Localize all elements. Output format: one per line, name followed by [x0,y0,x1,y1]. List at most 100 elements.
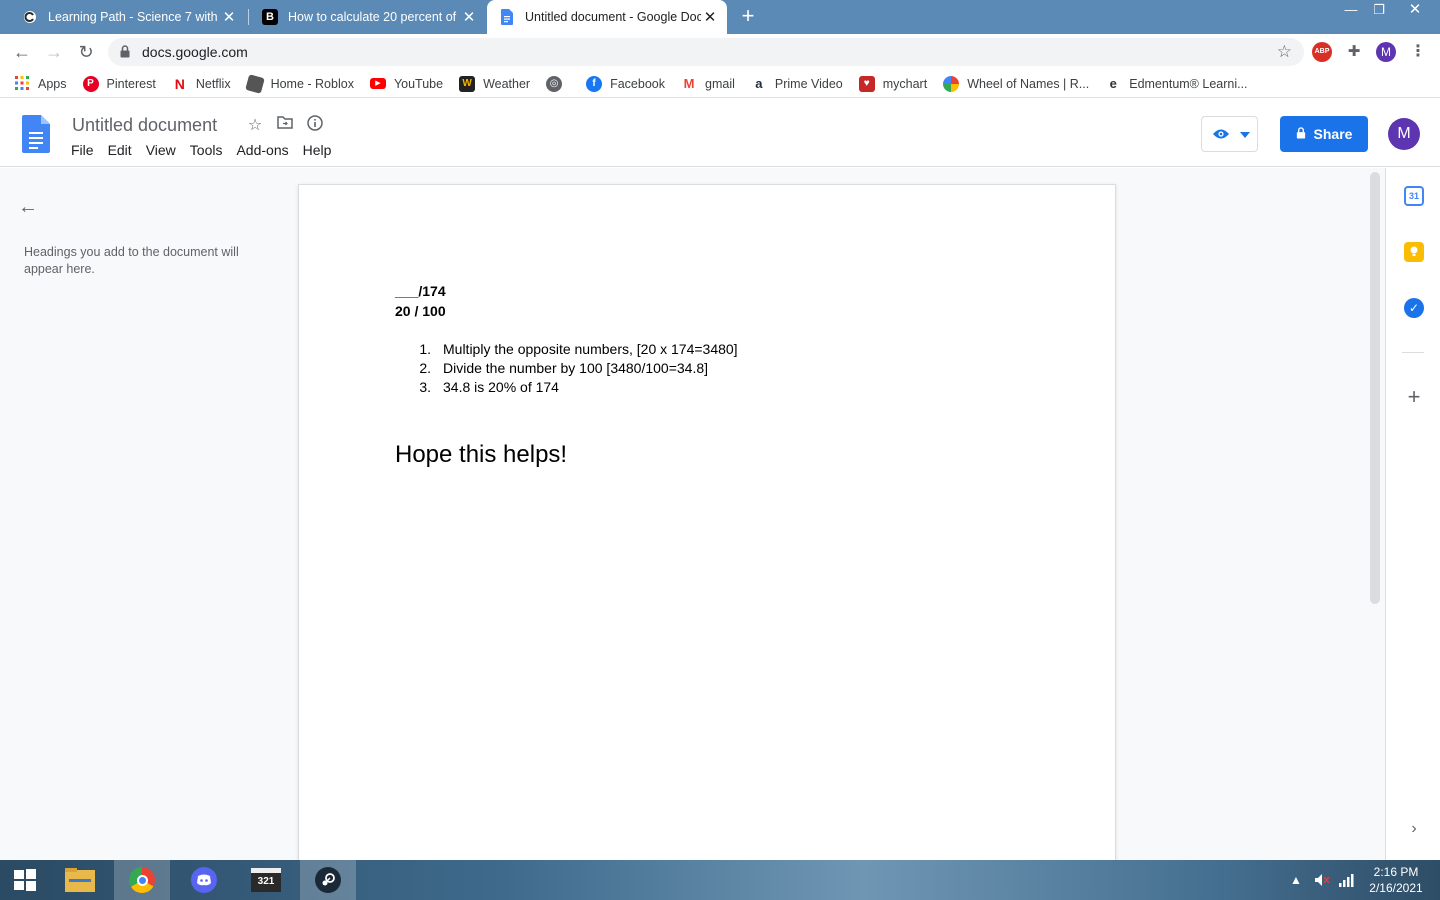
reload-icon[interactable]: ↻ [74,40,98,64]
bookmark-globe[interactable]: ◎ [546,75,570,92]
clock-date: 2/16/2021 [1369,881,1423,895]
bookmark-roblox[interactable]: Home - Roblox [244,73,354,94]
steam-icon[interactable] [300,860,356,900]
document-status-icon[interactable] [300,115,330,136]
chevron-right-icon[interactable]: › [1404,820,1424,838]
menu-add-ons[interactable]: Add-ons [236,142,288,158]
brainly-icon: B [262,9,278,25]
new-tab-button[interactable]: + [736,4,760,30]
menu-help[interactable]: Help [303,142,332,158]
list-text: Divide the number by 100 [3480/100=34.8] [443,360,709,376]
document-workspace: ← Headings you add to the document will … [0,168,1385,884]
movie-maker-label: 321 [251,868,281,892]
apps-grid-icon [14,75,30,92]
roblox-icon [244,73,265,94]
bookmark-label: YouTube [393,76,444,91]
edmentum-icon [22,9,38,25]
bookmark-label: mychart [882,76,928,91]
bookmark-youtube[interactable]: ▶ YouTube [369,76,444,91]
tab-title: Untitled document - Google Doc [525,10,701,24]
netflix-icon: N [174,75,185,92]
weather-icon: W [459,75,476,92]
bookmark-pinterest[interactable]: P Pinterest [82,75,156,92]
restore-icon[interactable]: ❐ [1364,0,1394,20]
menu-tools[interactable]: Tools [190,142,223,158]
closing-text: Hope this helps! [395,441,568,468]
close-window-icon[interactable]: ✕ [1400,0,1430,20]
profile-avatar[interactable]: M [1376,42,1396,62]
document-body[interactable]: ___/174 20 / 100 1. Multiply the opposit… [395,281,1035,470]
windows-taskbar: 321 ▲ 2:16 PM 2/16/2021 [0,860,1440,900]
share-label: Share [1313,126,1353,142]
tab-title: How to calculate 20 percent of sc [288,10,460,24]
bookmark-label: Apps [38,76,67,91]
bookmark-netflix[interactable]: N Netflix [172,76,231,92]
bookmark-prime-video[interactable]: a Prime Video [751,76,843,92]
tab-separator [248,9,249,25]
menu-file[interactable]: File [71,142,94,158]
tab-brainly[interactable]: B How to calculate 20 percent of sc ✕ [250,0,486,34]
movie-maker-icon[interactable]: 321 [238,860,294,900]
address-bar[interactable]: docs.google.com ☆ [108,38,1304,66]
wheel-icon [943,75,960,92]
close-tab-icon[interactable]: ✕ [701,8,719,26]
youtube-icon: ▶ [369,78,386,89]
document-page[interactable]: ___/174 20 / 100 1. Multiply the opposit… [298,184,1116,884]
docs-icon [499,9,515,25]
docs-logo-icon[interactable] [22,115,50,153]
bookmark-gmail[interactable]: M gmail [681,76,735,92]
windows-start-icon[interactable] [0,860,50,900]
bookmark-wheel-of-names[interactable]: Wheel of Names | R... [943,75,1089,92]
list-number: 1. [419,341,431,357]
tab-learning-path[interactable]: Learning Path - Science 7 with La ✕ [10,0,246,34]
side-panel: 31 ✓ + › [1385,168,1440,860]
docs-menubar: File Edit View Tools Add-ons Help [71,142,345,158]
lock-icon [1296,126,1306,142]
bookmark-star-icon[interactable]: ☆ [1277,42,1292,62]
back-arrow-icon[interactable]: ← [10,40,34,64]
clock-time: 2:16 PM [1373,865,1419,879]
browser-menu-icon[interactable]: ⋮ [1408,42,1428,62]
file-explorer-icon[interactable] [52,860,108,900]
viewing-mode-button[interactable] [1201,116,1258,152]
extensions-puzzle-icon[interactable]: ✚ [1344,42,1364,62]
discord-icon[interactable] [176,860,232,900]
tray-overflow-icon[interactable]: ▲ [1290,860,1302,900]
adblock-icon[interactable]: ABP [1312,42,1332,62]
bookmark-mychart[interactable]: ♥ mychart [858,75,928,92]
chrome-icon[interactable] [114,860,170,900]
keep-icon[interactable] [1404,242,1424,262]
bookmark-label: Prime Video [774,76,843,91]
bookmark-weather[interactable]: W Weather [459,75,530,92]
network-icon[interactable] [1338,860,1354,900]
move-folder-icon[interactable] [270,115,300,136]
close-tab-icon[interactable]: ✕ [220,8,238,26]
fraction-top: ___/174 [395,283,446,299]
bookmark-facebook[interactable]: f Facebook [586,75,665,92]
list-text: 34.8 is 20% of 174 [443,379,559,395]
volume-muted-icon[interactable] [1314,860,1330,900]
add-addon-icon[interactable]: + [1404,384,1424,410]
minimize-icon[interactable]: — [1336,0,1366,20]
vertical-scrollbar[interactable] [1370,172,1380,604]
chevron-down-icon [1240,132,1250,138]
back-arrow-icon[interactable]: ← [18,196,38,219]
account-avatar[interactable]: M [1388,118,1420,150]
bookmark-apps[interactable]: Apps [14,75,67,92]
close-tab-icon[interactable]: ✕ [460,8,478,26]
system-clock[interactable]: 2:16 PM 2/16/2021 [1360,864,1432,896]
calendar-icon[interactable]: 31 [1404,186,1424,206]
document-title[interactable]: Untitled document [72,115,217,136]
docs-header: Untitled document ☆ File Edit View Tools… [0,99,1440,167]
forward-arrow-icon[interactable]: → [42,40,66,64]
bookmark-edmentum[interactable]: e Edmentum® Learni... [1105,76,1248,92]
mychart-icon: ♥ [858,75,875,92]
tasks-icon[interactable]: ✓ [1404,298,1424,318]
eye-icon [1213,129,1229,139]
tab-google-docs[interactable]: Untitled document - Google Doc ✕ [487,0,727,34]
list-item: 1. Multiply the opposite numbers, [20 x … [395,340,1035,359]
star-icon[interactable]: ☆ [240,115,270,136]
menu-edit[interactable]: Edit [108,142,132,158]
share-button[interactable]: Share [1280,116,1368,152]
menu-view[interactable]: View [146,142,176,158]
